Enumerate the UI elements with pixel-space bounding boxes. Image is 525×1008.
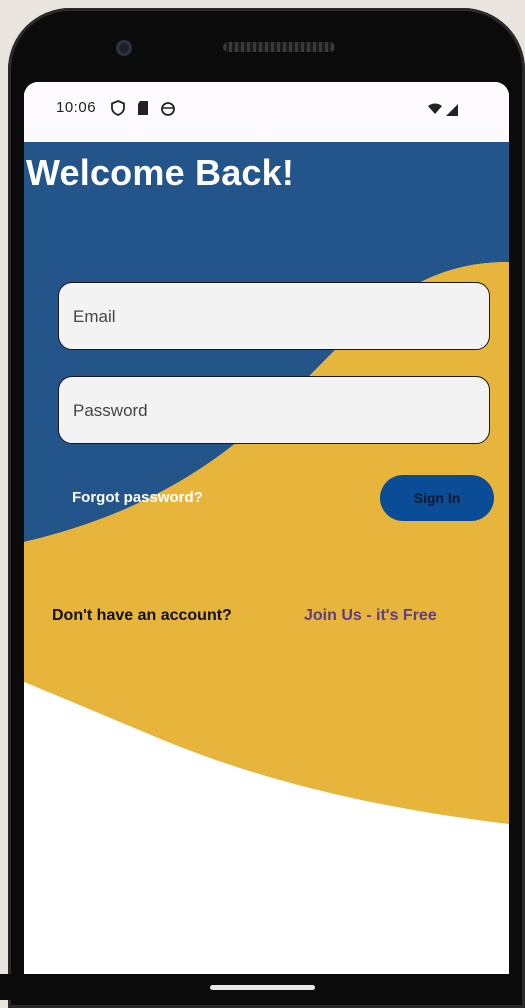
join-us-link[interactable]: Join Us - it's Free — [304, 607, 437, 625]
forgot-password-link[interactable]: Forgot password? — [72, 489, 203, 506]
page-title: Welcome Back! — [26, 152, 295, 193]
email-placeholder: Email — [73, 307, 116, 326]
front-camera — [116, 40, 132, 56]
email-field[interactable]: Email — [58, 282, 490, 350]
signal-icon — [446, 104, 458, 116]
home-gesture-handle[interactable] — [210, 985, 315, 990]
login-content: Welcome Back! Email Password Forgot pass… — [24, 142, 509, 974]
wifi-icon — [428, 103, 442, 114]
password-field[interactable]: Password — [58, 376, 490, 444]
no-account-text: Don't have an account? — [52, 607, 232, 624]
sd-card-icon — [138, 101, 148, 115]
sign-in-label: Sign In — [413, 490, 461, 506]
status-bar: 10:06 — [24, 82, 509, 142]
sign-in-button[interactable]: Sign In — [380, 475, 494, 521]
background-waves — [24, 142, 509, 974]
status-time: 10:06 — [56, 99, 97, 116]
earpiece-speaker — [223, 42, 335, 52]
android-icon — [161, 102, 175, 116]
wifi-signal-icon — [428, 103, 458, 116]
app-screen: 10:06 Welcome Back! Email Password Forgo… — [24, 82, 509, 974]
password-placeholder: Password — [73, 401, 148, 420]
shield-icon — [111, 100, 125, 116]
